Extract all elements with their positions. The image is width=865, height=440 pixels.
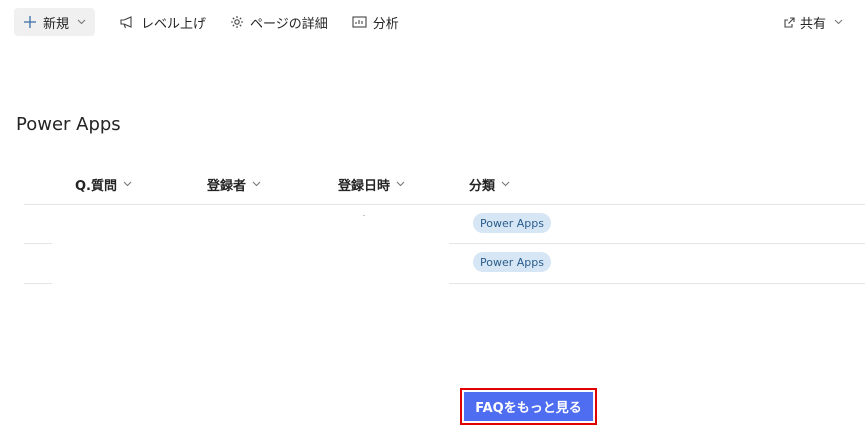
column-header-category[interactable]: 分類 (469, 170, 510, 198)
new-button-label: 新規 (43, 16, 70, 32)
chevron-down-icon (501, 181, 510, 187)
boost-button[interactable]: レベル上げ (111, 8, 214, 36)
row-divider (24, 243, 52, 244)
chevron-down-icon (396, 181, 405, 187)
row-divider (449, 243, 865, 244)
column-header-label: 分類 (469, 178, 496, 194)
cell-mark (363, 215, 365, 216)
column-header-created[interactable]: 登録日時 (338, 170, 405, 198)
new-button[interactable]: 新規 (14, 8, 96, 36)
faq-more-button[interactable]: FAQをもっと見る (464, 392, 593, 421)
header-divider (24, 204, 865, 205)
plus-icon (24, 16, 36, 28)
share-icon (784, 16, 795, 28)
analytics-button[interactable]: 分析 (344, 8, 407, 36)
row-divider (24, 283, 52, 284)
gear-icon (231, 16, 244, 28)
analytics-icon (352, 15, 367, 28)
chevron-down-icon (834, 19, 843, 25)
category-pill: Power Apps (473, 213, 551, 233)
page-title: Power Apps (16, 114, 121, 135)
column-header-author[interactable]: 登録者 (207, 170, 261, 198)
column-header-label: 登録日時 (338, 178, 391, 194)
analytics-label: 分析 (372, 16, 399, 32)
row-divider (449, 283, 865, 284)
share-button[interactable]: 共有 (775, 8, 851, 36)
chevron-down-icon (77, 19, 86, 25)
megaphone-icon (120, 16, 132, 29)
chevron-down-icon (252, 181, 261, 187)
chevron-down-icon (123, 181, 132, 187)
command-bar: 新規 レベル上げ ページの詳細 分析 共有 (14, 8, 851, 36)
column-header-label: 登録者 (207, 178, 247, 194)
faq-button-highlight: FAQをもっと見る (460, 388, 597, 425)
page-details-button[interactable]: ページの詳細 (222, 8, 336, 36)
boost-button-label: レベル上げ (141, 16, 207, 32)
column-header-question[interactable]: Q.質問 (75, 170, 132, 198)
column-header-label: Q.質問 (75, 178, 117, 194)
category-pill: Power Apps (473, 252, 551, 272)
share-label: 共有 (799, 16, 826, 32)
page-details-label: ページの詳細 (250, 16, 328, 32)
